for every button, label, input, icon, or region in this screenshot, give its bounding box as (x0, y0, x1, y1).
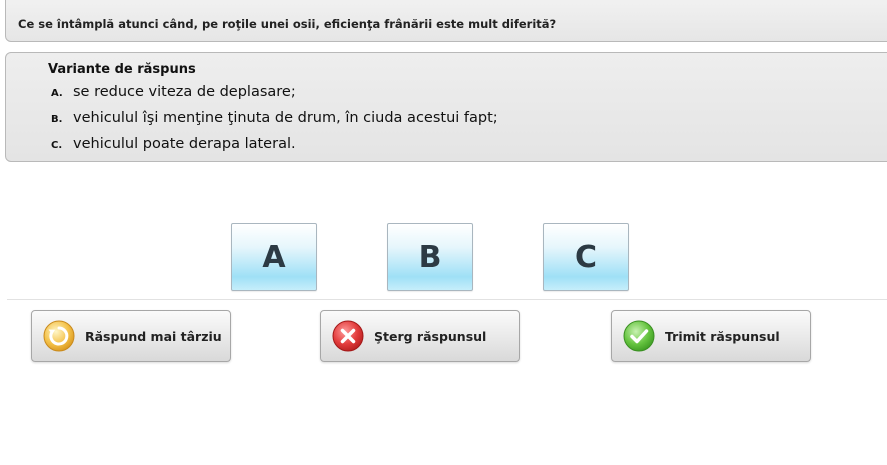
answer-text: vehiculul poate derapa lateral. (73, 136, 296, 152)
delete-answer-label: Şterg răspunsul (374, 328, 487, 344)
answer-letter: A. (51, 88, 63, 99)
send-answer-label: Trimit răspunsul (665, 328, 780, 344)
answer-letter: C. (51, 140, 63, 151)
answer-text: se reduce viteza de deplasare; (73, 84, 296, 100)
answer-option-c: C. vehiculul poate derapa lateral. (51, 136, 296, 152)
choice-b-button[interactable]: B (387, 223, 473, 291)
divider (7, 299, 887, 300)
question-panel: Ce se întâmplă atunci când, pe roţile un… (5, 0, 887, 42)
answers-title: Variante de răspuns (48, 62, 196, 77)
close-icon (332, 320, 364, 352)
answer-option-b: B. vehiculul îşi menţine ţinuta de drum, … (51, 110, 498, 126)
answer-letter: B. (51, 114, 63, 125)
answer-later-label: Răspund mai târziu (85, 328, 222, 344)
send-answer-button[interactable]: Trimit răspunsul (611, 310, 811, 362)
question-text: Ce se întâmplă atunci când, pe roţile un… (18, 17, 557, 31)
choice-c-button[interactable]: C (543, 223, 629, 291)
delete-answer-button[interactable]: Şterg răspunsul (320, 310, 520, 362)
answer-text: vehiculul îşi menţine ţinuta de drum, în… (73, 110, 498, 126)
checkmark-icon (623, 320, 655, 352)
choice-a-button[interactable]: A (231, 223, 317, 291)
answers-panel: Variante de răspuns A. se reduce viteza d… (5, 52, 887, 162)
answer-later-button[interactable]: Răspund mai târziu (31, 310, 231, 362)
answer-option-a: A. se reduce viteza de deplasare; (51, 84, 296, 100)
clock-arrow-icon (43, 320, 75, 352)
